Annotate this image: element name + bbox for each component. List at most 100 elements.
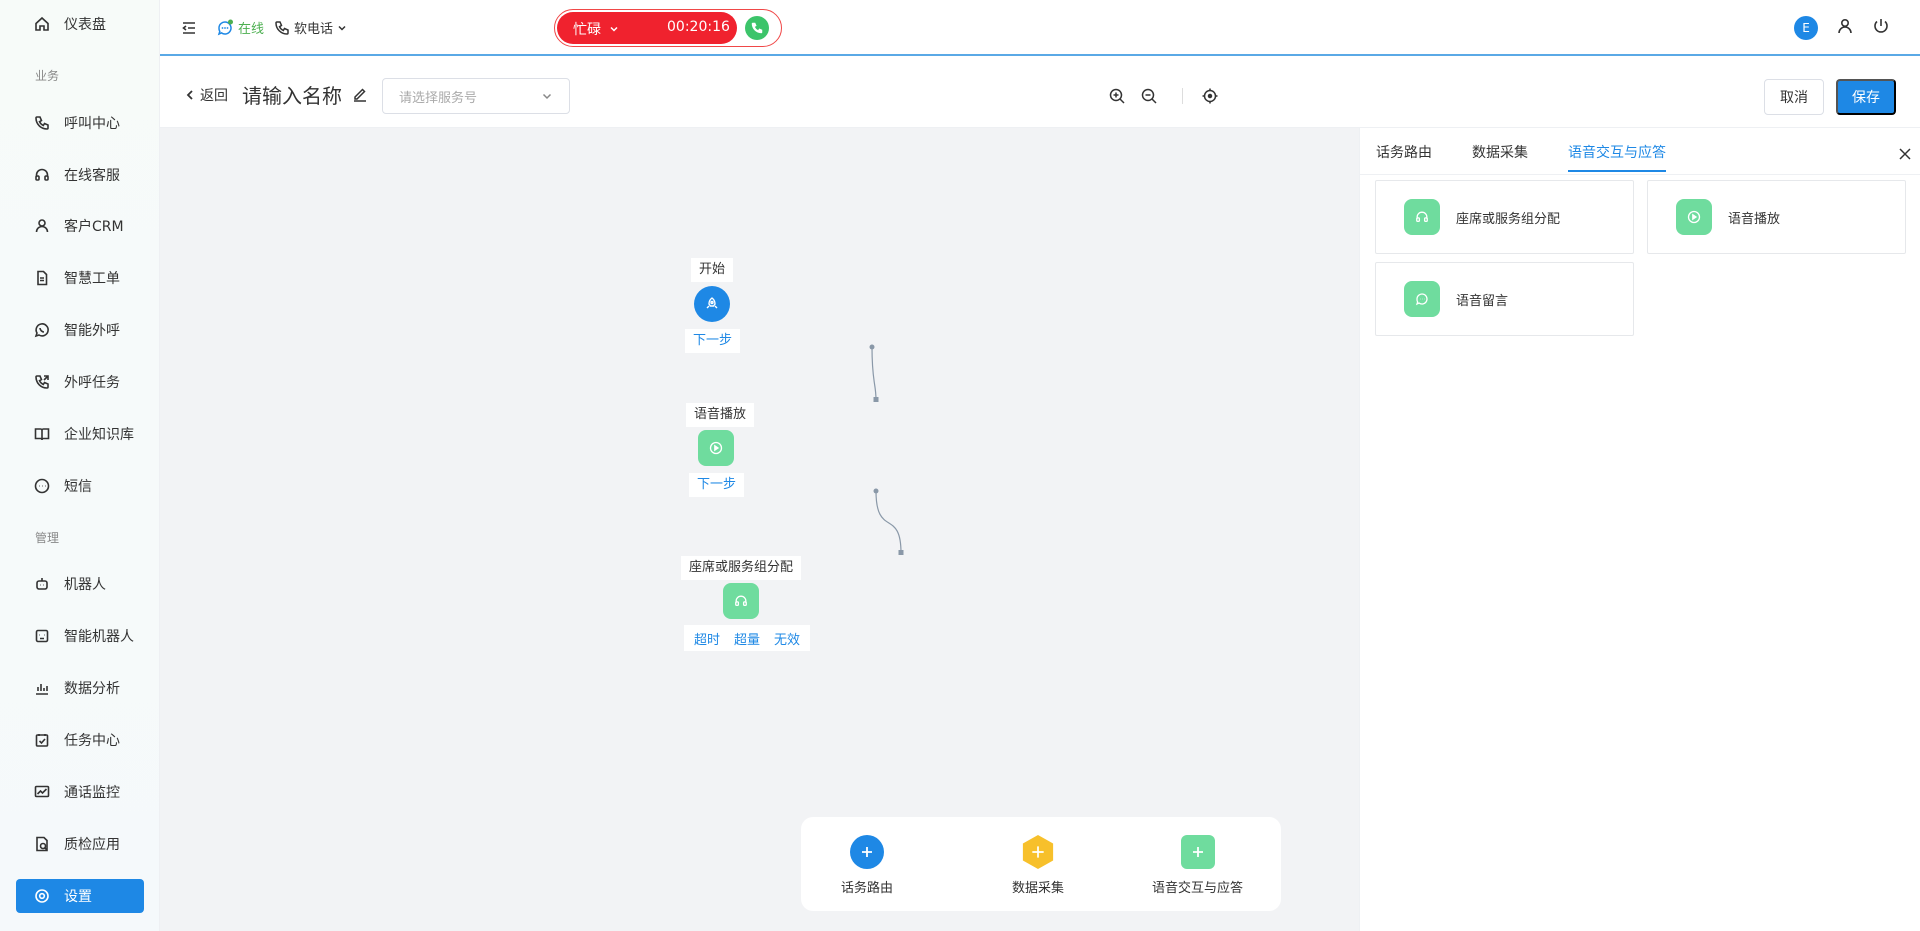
sidebar-item-settings[interactable]: 设置 [16, 879, 144, 913]
branch-invalid[interactable]: 无效 [774, 629, 800, 648]
connector-line [875, 490, 902, 554]
sidebar-item-label: 质检应用 [64, 837, 120, 853]
user-icon[interactable] [1836, 17, 1854, 39]
plus-icon [1180, 835, 1215, 869]
call-status-bar: 忙碌 00:20:16 [554, 9, 782, 47]
tab-data-collection[interactable]: 数据采集 [1472, 142, 1528, 172]
service-number-select[interactable]: 请选择服务号 [382, 78, 570, 114]
message-icon [1404, 281, 1440, 317]
play-icon [709, 441, 723, 455]
card-seat-assignment[interactable]: 座席或服务组分配 [1375, 180, 1634, 254]
softphone-icon [275, 20, 289, 35]
power-icon[interactable] [1872, 17, 1890, 39]
whatsapp-icon [34, 322, 50, 338]
sidebar-item-robot[interactable]: 机器人 [16, 567, 144, 601]
agent-status[interactable]: 在线 软电话 [216, 18, 347, 37]
sidebar-item-crm[interactable]: 客户CRM [16, 209, 144, 243]
plus-icon [850, 835, 884, 869]
close-icon[interactable] [1897, 146, 1913, 162]
sidebar-item-data-analysis[interactable]: 数据分析 [16, 671, 144, 705]
sidebar-item-knowledge-base[interactable]: 企业知识库 [16, 417, 144, 451]
tab-voice-interaction[interactable]: 语音交互与应答 [1568, 142, 1666, 172]
sidebar-item-label: 企业知识库 [64, 427, 134, 443]
node-voice-play-next[interactable]: 下一步 [689, 473, 745, 497]
book-icon [34, 426, 50, 442]
back-button[interactable]: 返回 [184, 85, 228, 105]
answer-call-button[interactable] [745, 16, 769, 40]
palette-call-routing[interactable]: 话务路由 [841, 835, 893, 896]
busy-status[interactable]: 忙碌 00:20:16 [557, 12, 737, 44]
node-assign-label[interactable]: 座席或服务组分配 [681, 556, 802, 580]
zoom-out-icon[interactable] [1140, 87, 1158, 105]
sidebar-item-label: 呼叫中心 [64, 116, 120, 132]
node-start-label[interactable]: 开始 [691, 258, 734, 282]
node-voice-play[interactable] [698, 430, 734, 466]
sidebar-item-label: 短信 [64, 479, 92, 495]
sidebar-item-quality[interactable]: 质检应用 [16, 827, 144, 861]
sidebar-item-outbound-tasks[interactable]: 外呼任务 [16, 365, 144, 399]
node-voice-play-label[interactable]: 语音播放 [686, 403, 755, 427]
chevron-down-icon [542, 93, 552, 100]
tab-call-routing[interactable]: 话务路由 [1376, 142, 1432, 172]
sidebar-item-sms[interactable]: 短信 [16, 469, 144, 503]
flow-canvas[interactable]: 开始 下一步 语音播放 下一步 座席或服务组分配 超时 超量 无效 话务路由 数… [160, 128, 1360, 931]
branch-overflow[interactable]: 超量 [734, 629, 760, 648]
chevron-left-icon [186, 90, 193, 100]
node-assign[interactable] [723, 583, 759, 619]
topbar: 在线 软电话 忙碌 00:20:16 E [160, 0, 1920, 56]
sidebar-item-label: 通话监控 [64, 785, 120, 801]
sidebar-item-label: 数据分析 [64, 681, 120, 697]
headset-icon [34, 167, 50, 183]
zoom-in-icon[interactable] [1108, 87, 1126, 105]
card-label: 语音播放 [1728, 211, 1781, 227]
settings-icon [34, 888, 50, 904]
smart-robot-icon [34, 628, 50, 644]
zoom-tools [1108, 87, 1233, 105]
panel-divider [1360, 174, 1920, 175]
palette-voice-interaction[interactable]: 语音交互与应答 [1152, 835, 1243, 896]
flow-title[interactable]: 请输入名称 [242, 80, 342, 109]
sidebar-item-call-monitor[interactable]: 通话监控 [16, 775, 144, 809]
node-assign-branches: 超时 超量 无效 [684, 625, 811, 651]
node-start-next[interactable]: 下一步 [685, 329, 741, 353]
back-label: 返回 [200, 88, 228, 104]
palette-data-collection[interactable]: 数据采集 [1012, 835, 1064, 896]
palette-label: 数据采集 [1012, 881, 1065, 896]
edit-icon[interactable] [352, 86, 368, 102]
sidebar-item-label: 设置 [64, 889, 92, 905]
sidebar-item-online-service[interactable]: 在线客服 [16, 158, 144, 192]
robot-icon [34, 576, 50, 592]
call-timer: 00:20:16 [667, 19, 730, 35]
card-voice-play[interactable]: 语音播放 [1647, 180, 1906, 254]
editor-header: 返回 请输入名称 请选择服务号 取消 保存 [160, 58, 1920, 128]
connector-dot [869, 344, 875, 350]
node-library-panel: 话务路由 数据采集 语音交互与应答 座席或服务组分配 语音播放 语音留言 [1359, 128, 1920, 931]
card-voice-message[interactable]: 语音留言 [1375, 262, 1634, 336]
sidebar-item-task-center[interactable]: 任务中心 [16, 723, 144, 757]
topbar-actions: E [1794, 16, 1890, 40]
avatar[interactable]: E [1794, 16, 1818, 40]
sidebar-item-tickets[interactable]: 智慧工单 [16, 261, 144, 295]
cancel-button[interactable]: 取消 [1764, 79, 1824, 115]
connector-arrow [873, 397, 879, 402]
branch-timeout[interactable]: 超时 [694, 629, 720, 648]
sidebar-item-label: 外呼任务 [64, 375, 120, 391]
toolbar-divider [1182, 88, 1183, 104]
sidebar-item-smart-robot[interactable]: 智能机器人 [16, 619, 144, 653]
home-icon [34, 16, 50, 32]
sidebar-item-call-center[interactable]: 呼叫中心 [16, 106, 144, 140]
node-start[interactable] [694, 286, 730, 322]
flow-connectors [869, 344, 904, 555]
connector-line [871, 346, 877, 401]
quality-icon [34, 836, 50, 852]
save-button[interactable]: 保存 [1836, 79, 1896, 115]
sidebar-item-smart-outbound[interactable]: 智能外呼 [16, 313, 144, 347]
task-icon [34, 732, 50, 748]
locate-icon[interactable] [1201, 87, 1219, 105]
sms-icon [34, 478, 50, 494]
node-palette: 话务路由 数据采集 语音交互与应答 [801, 817, 1281, 911]
sidebar-item-dashboard[interactable]: 仪表盘 [16, 7, 144, 41]
document-icon [34, 270, 50, 286]
hexagon-plus-icon [1021, 835, 1055, 869]
menu-collapse-icon[interactable] [180, 19, 198, 37]
